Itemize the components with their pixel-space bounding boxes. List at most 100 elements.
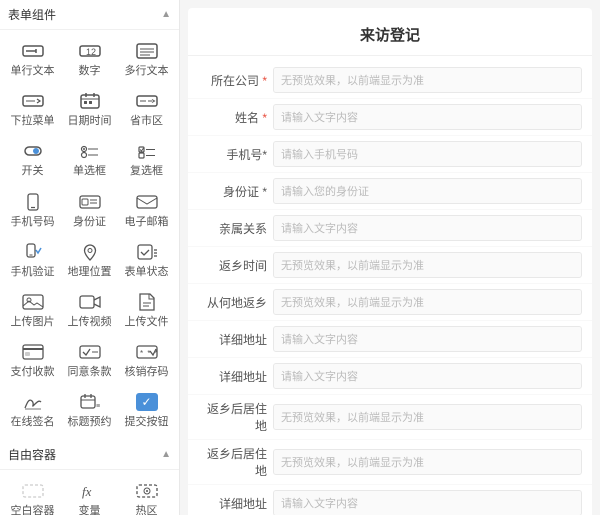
comp-number[interactable]: 12 数字 [61,34,118,84]
form-title: 来访登记 [188,18,592,56]
comp-city[interactable]: 省市区 [118,84,175,134]
formula-icon: fx [76,480,104,502]
comp-dropdown[interactable]: 下拉菜单 [4,84,61,134]
comp-installment[interactable]: 同意条款 [61,335,118,385]
comp-payment[interactable]: 支付收款 [4,335,61,385]
comp-id-card[interactable]: 身份证 [61,185,118,235]
comp-toggle-label: 开关 [22,165,44,178]
section-arrow: ▲ [161,9,171,20]
comp-dropdown-label: 下拉菜单 [11,115,55,128]
input-from-where[interactable]: 无预览效果，以前端显示为准 [273,289,582,315]
form-card: 来访登记 所在公司 无预览效果，以前端显示为准 姓名 请输入文字内容 手机号* … [188,8,592,515]
comp-email[interactable]: 电子邮箱 [118,185,175,235]
comp-phone[interactable]: 手机号码 [4,185,61,235]
location-icon [76,241,104,263]
comp-toggle[interactable]: 开关 [4,134,61,184]
input-residence2[interactable]: 无预览效果，以前端显示为准 [273,449,582,475]
id-card-icon [76,191,104,213]
comp-upload-video[interactable]: 上传视频 [61,285,118,335]
submit-btn-icon [133,391,161,413]
free-components-grid: 空白容器 fx 变量 热区 T [0,470,179,515]
email-icon [133,191,161,213]
svg-text:12: 12 [86,47,96,57]
comp-submit-btn[interactable]: 提交按钮 [118,385,175,435]
form-row-addr3: 详细地址 请输入文字内容 [188,485,592,515]
label-residence1: 返乡后居住地 [198,400,273,434]
input-id[interactable]: 请输入您的身份证 [273,178,582,204]
comp-verify-code[interactable]: * * * 核销存码 [118,335,175,385]
input-addr2[interactable]: 请输入文字内容 [273,363,582,389]
single-text-icon [19,40,47,62]
payment-icon [19,341,47,363]
comp-formula[interactable]: fx 变量 [61,474,118,515]
comp-upload-image-label: 上传图片 [11,316,55,329]
space-icon [19,480,47,502]
form-row-residence1: 返乡后居住地 无预览效果，以前端显示为准 [188,395,592,440]
comp-upload-image[interactable]: 上传图片 [4,285,61,335]
input-residence1[interactable]: 无预览效果，以前端显示为准 [273,404,582,430]
signature-icon [19,391,47,413]
label-addr2: 详细地址 [198,368,273,385]
comp-form-status-label: 表单状态 [125,266,169,279]
label-phone: 手机号* [198,146,273,163]
section-free-container[interactable]: 自由容器 ▲ [0,440,179,470]
comp-upload-file[interactable]: 上传文件 [118,285,175,335]
left-panel: 表单组件 ▲ 单行文本 12 数字 [0,0,180,515]
comp-signature[interactable]: 在线签名 [4,385,61,435]
input-phone[interactable]: 请输入手机号码 [273,141,582,167]
comp-location[interactable]: 地理位置 [61,235,118,285]
multi-select-icon [133,140,161,162]
upload-video-icon [76,291,104,313]
comp-multi-text[interactable]: 多行文本 [118,34,175,84]
comp-phone-verify[interactable]: 手机验证 [4,235,61,285]
comp-space[interactable]: 空白容器 [4,474,61,515]
comp-form-status[interactable]: 表单状态 [118,235,175,285]
comp-multi-select-label: 复选框 [130,165,163,178]
form-row-addr2: 详细地址 请输入文字内容 [188,358,592,395]
comp-phone-verify-label: 手机验证 [11,266,55,279]
label-company: 所在公司 [198,72,273,89]
label-relation: 亲属关系 [198,220,273,237]
comp-reservation-label: 标题预约 [68,416,112,429]
comp-multi-select[interactable]: 复选框 [118,134,175,184]
comp-single-select[interactable]: 单选框 [61,134,118,184]
comp-city-label: 省市区 [130,115,163,128]
label-addr1: 详细地址 [198,331,273,348]
upload-file-icon [133,291,161,313]
form-components-grid: 单行文本 12 数字 多行文本 [0,30,179,440]
comp-single-text[interactable]: 单行文本 [4,34,61,84]
input-relation[interactable]: 请输入文字内容 [273,215,582,241]
multi-text-icon [133,40,161,62]
form-row-company: 所在公司 无预览效果，以前端显示为准 [188,62,592,99]
input-company[interactable]: 无预览效果，以前端显示为准 [273,67,582,93]
input-addr3[interactable]: 请输入文字内容 [273,490,582,515]
form-row-phone: 手机号* 请输入手机号码 [188,136,592,173]
input-addr1[interactable]: 请输入文字内容 [273,326,582,352]
phone-icon [19,191,47,213]
comp-single-text-label: 单行文本 [11,65,55,78]
single-select-icon [76,140,104,162]
city-icon [133,90,161,112]
label-addr3: 详细地址 [198,495,273,512]
comp-multi-text-label: 多行文本 [125,65,169,78]
comp-hotspot-label: 热区 [136,505,158,515]
comp-submit-btn-label: 提交按钮 [125,416,169,429]
form-row-residence2: 返乡后居住地 无预览效果，以前端显示为准 [188,440,592,485]
input-name[interactable]: 请输入文字内容 [273,104,582,130]
comp-datetime[interactable]: 日期时间 [61,84,118,134]
phone-verify-icon [19,241,47,263]
section-form-components[interactable]: 表单组件 ▲ [0,0,179,30]
toggle-icon [19,140,47,162]
label-id: 身份证 * [198,183,273,200]
comp-hotspot[interactable]: 热区 [118,474,175,515]
hotspot-icon [133,480,161,502]
comp-reservation[interactable]: ≡ 标题预约 [61,385,118,435]
installment-icon [76,341,104,363]
right-panel: 来访登记 所在公司 无预览效果，以前端显示为准 姓名 请输入文字内容 手机号* … [180,0,600,515]
input-return-time[interactable]: 无预览效果，以前端显示为准 [273,252,582,278]
verify-code-icon: * * * [133,341,161,363]
comp-location-label: 地理位置 [68,266,112,279]
form-row-addr1: 详细地址 请输入文字内容 [188,321,592,358]
comp-phone-label: 手机号码 [11,216,55,229]
label-residence2: 返乡后居住地 [198,445,273,479]
